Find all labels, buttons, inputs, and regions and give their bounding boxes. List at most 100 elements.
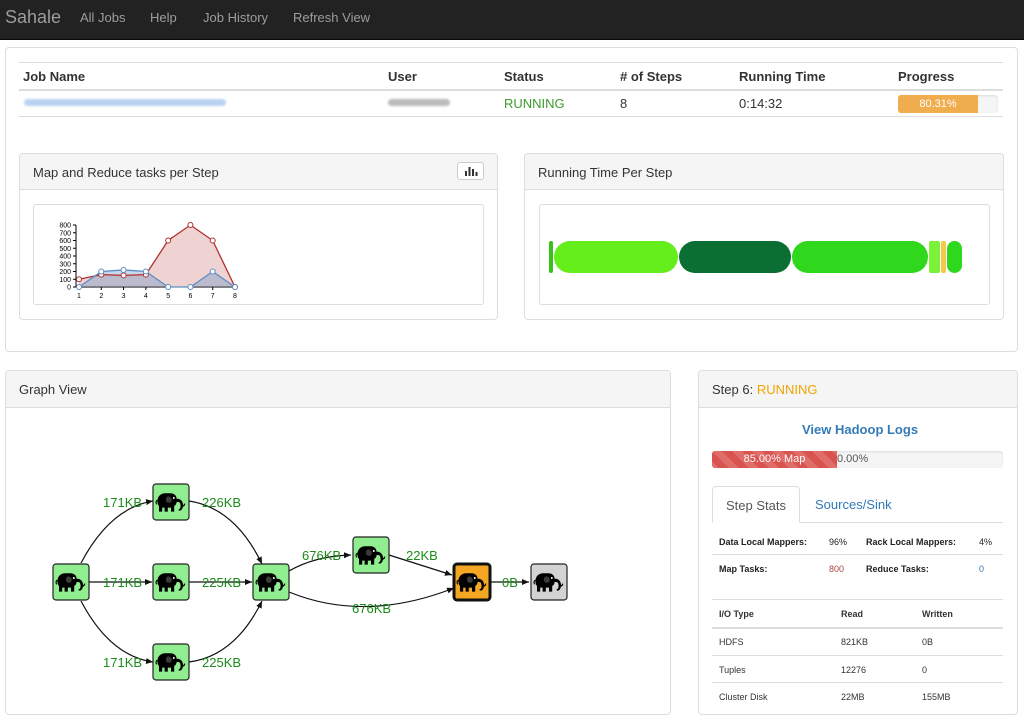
data-point bbox=[120, 272, 127, 279]
running-time-panel-header: Running Time Per Step bbox=[525, 154, 1003, 190]
io-col-read: Read bbox=[841, 609, 864, 619]
edge-1-4 bbox=[80, 600, 154, 664]
y-tick-label: 0 bbox=[67, 285, 71, 292]
y-tick-label: 700 bbox=[59, 230, 71, 237]
stat-divider bbox=[712, 554, 1003, 555]
running-time-segment[interactable] bbox=[928, 241, 941, 273]
map-tasks-label: Map Tasks: bbox=[719, 564, 768, 574]
bar-chart-icon bbox=[465, 167, 478, 176]
nav-help[interactable]: Help bbox=[150, 10, 177, 25]
brand-logo[interactable]: Sahale bbox=[5, 7, 61, 28]
job-name-link-redacted[interactable] bbox=[24, 99, 226, 106]
col-user[interactable]: User bbox=[388, 69, 417, 84]
edge-label: 226KB bbox=[202, 495, 241, 510]
map-reduce-panel-header: Map and Reduce tasks per Step bbox=[20, 154, 497, 190]
running-time-segment[interactable] bbox=[549, 241, 554, 273]
graph-node-running[interactable] bbox=[452, 562, 492, 602]
running-time-segment[interactable] bbox=[946, 241, 963, 273]
user-redacted bbox=[388, 99, 450, 106]
data-local-mappers-label: Data Local Mappers: bbox=[719, 537, 808, 547]
tab-step-stats[interactable]: Step Stats bbox=[712, 486, 800, 523]
y-tick-label: 100 bbox=[59, 277, 71, 284]
running-time-segment[interactable] bbox=[791, 241, 928, 273]
y-tick-label: 200 bbox=[59, 269, 71, 276]
io-col-written: Written bbox=[922, 609, 953, 619]
nav-refresh-view[interactable]: Refresh View bbox=[293, 10, 370, 25]
running-time-segment[interactable] bbox=[554, 241, 678, 273]
io-col-type: I/O Type bbox=[719, 609, 754, 619]
edge-2-5 bbox=[188, 500, 263, 565]
col-running-time[interactable]: Running Time bbox=[739, 69, 825, 84]
x-tick-label: 7 bbox=[211, 293, 215, 300]
table-top-border bbox=[19, 62, 1003, 63]
io-cell: 0 bbox=[922, 665, 928, 675]
table-row-border bbox=[19, 116, 1003, 117]
graph-node[interactable] bbox=[152, 563, 190, 601]
rack-local-mappers-label: Rack Local Mappers: bbox=[866, 537, 957, 547]
io-row-border bbox=[712, 682, 1003, 683]
map-progress-fill: 85.00% Map bbox=[712, 451, 837, 468]
reduce-tasks-value: 0 bbox=[979, 564, 985, 574]
graph-node[interactable] bbox=[152, 643, 190, 681]
x-tick-label: 8 bbox=[233, 293, 237, 300]
job-progress-bar: 80.31% bbox=[898, 95, 998, 113]
edge-label: 171KB bbox=[103, 655, 142, 670]
edge-label: 676KB bbox=[352, 601, 391, 616]
table-header-border bbox=[19, 89, 1003, 91]
step-detail-header: Step 6: RUNNING bbox=[699, 371, 1017, 408]
running-time-well bbox=[539, 204, 990, 305]
y-tick-label: 400 bbox=[59, 254, 71, 261]
graph-view-header: Graph View bbox=[6, 371, 670, 408]
chart-toggle-button[interactable] bbox=[457, 162, 484, 180]
data-point bbox=[165, 284, 172, 290]
col-steps[interactable]: # of Steps bbox=[620, 69, 682, 84]
data-local-mappers-value: 96% bbox=[829, 537, 848, 547]
map-reduce-chart: 0100200300400500600700800 1 2 3 4 5 6 7 8 bbox=[59, 222, 238, 300]
running-time-segment[interactable] bbox=[941, 241, 946, 273]
edge-label: 0B bbox=[502, 575, 518, 590]
running-time-segment[interactable] bbox=[678, 241, 791, 273]
job-step-count: 8 bbox=[620, 96, 628, 111]
job-graph: 171KB 226KB 171KB 225KB 171KB 225KB 676K… bbox=[52, 483, 568, 681]
nav-job-history[interactable]: Job History bbox=[203, 10, 268, 25]
graph-node[interactable] bbox=[52, 563, 90, 601]
edge-label: 225KB bbox=[202, 655, 241, 670]
data-point bbox=[165, 237, 172, 244]
map-tasks-value: 800 bbox=[829, 564, 845, 574]
edge-1-2 bbox=[80, 499, 154, 564]
io-cell: 155MB bbox=[922, 692, 951, 702]
data-point bbox=[98, 268, 105, 275]
edge-4-5 bbox=[188, 600, 263, 663]
col-job-name[interactable]: Job Name bbox=[23, 69, 85, 84]
col-progress[interactable]: Progress bbox=[898, 69, 954, 84]
y-tick-label: 800 bbox=[59, 223, 71, 230]
data-point bbox=[142, 268, 149, 275]
graph-view-title: Graph View bbox=[19, 382, 87, 397]
io-cell: HDFS bbox=[719, 637, 744, 647]
top-navbar: Sahale All Jobs Help Job History Refresh… bbox=[0, 0, 1024, 40]
reduce-tasks-label: Reduce Tasks: bbox=[866, 564, 929, 574]
io-cell: Tuples bbox=[719, 665, 746, 675]
edge-label: 225KB bbox=[202, 575, 241, 590]
data-point bbox=[187, 284, 194, 290]
graph-node[interactable] bbox=[252, 563, 290, 601]
data-point bbox=[209, 268, 216, 275]
view-hadoop-logs-link[interactable]: View Hadoop Logs bbox=[802, 422, 918, 437]
graph-node-pending[interactable] bbox=[530, 563, 568, 601]
tab-sources-sink[interactable]: Sources/Sink bbox=[815, 497, 892, 512]
io-cell: 12276 bbox=[841, 665, 867, 675]
tab-step-stats-label: Step Stats bbox=[726, 498, 786, 513]
job-running-time: 0:14:32 bbox=[739, 96, 783, 111]
job-progress-label: 80.31% bbox=[919, 98, 957, 110]
step-detail-title: Step 6: RUNNING bbox=[712, 382, 818, 397]
nav-all-jobs[interactable]: All Jobs bbox=[80, 10, 126, 25]
col-status[interactable]: Status bbox=[504, 69, 544, 84]
map-reduce-title: Map and Reduce tasks per Step bbox=[33, 165, 219, 180]
io-row-border bbox=[712, 655, 1003, 656]
graph-node[interactable] bbox=[352, 536, 390, 574]
data-point bbox=[76, 284, 82, 290]
graph-node[interactable] bbox=[152, 483, 190, 521]
edge-label: 676KB bbox=[302, 548, 341, 563]
io-cell: 821KB bbox=[841, 637, 869, 647]
data-point bbox=[232, 284, 238, 290]
